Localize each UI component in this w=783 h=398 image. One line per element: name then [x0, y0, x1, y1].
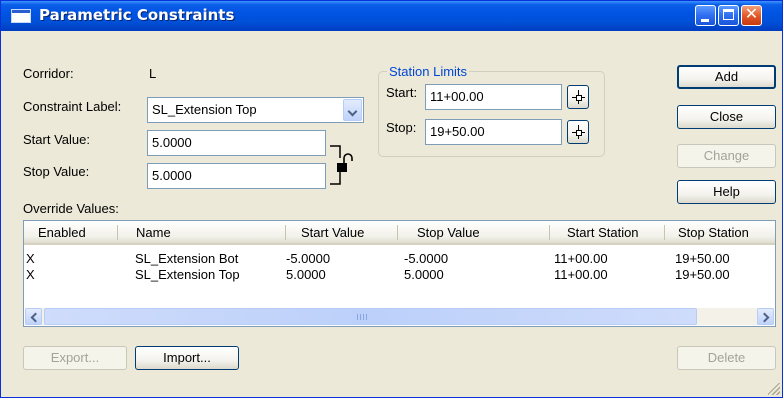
maximize-icon — [723, 9, 734, 20]
crosshair-dot — [576, 130, 582, 136]
row-stop-value: 5.0000 — [404, 267, 444, 282]
row-stop-station: 19+50.00 — [675, 267, 730, 282]
minimize-icon — [701, 19, 709, 22]
parametric-constraints-dialog: Parametric Constraints ✕ Corridor: L Con… — [0, 0, 783, 398]
station-stop-input[interactable]: 19+50.00 — [425, 119, 562, 145]
table-header: Enabled Name Start Value Stop Value Star… — [24, 221, 775, 245]
scrollbar-thumb[interactable] — [44, 308, 697, 325]
start-value-text: 5.0000 — [152, 135, 192, 150]
crosshair-dot — [576, 95, 582, 101]
help-button[interactable]: Help — [677, 180, 776, 204]
export-button[interactable]: Export... — [23, 346, 127, 370]
delete-button[interactable]: Delete — [677, 346, 776, 370]
change-button[interactable]: Change — [677, 144, 776, 168]
import-button[interactable]: Import... — [135, 346, 239, 370]
start-value-input[interactable]: 5.0000 — [147, 130, 326, 156]
corridor-label: Corridor: — [23, 66, 74, 81]
corridor-value: L — [149, 66, 157, 81]
column-divider[interactable] — [285, 225, 286, 240]
row-name: SL_Extension Bot — [135, 251, 239, 266]
column-header-start-value[interactable]: Start Value — [301, 225, 364, 240]
pick-stop-station-button[interactable] — [567, 120, 589, 144]
override-values-table[interactable]: Enabled Name Start Value Stop Value Star… — [23, 220, 776, 327]
row-enabled: X — [26, 267, 35, 282]
close-button[interactable]: Close — [677, 105, 776, 129]
row-start-value: -5.0000 — [286, 251, 331, 266]
stop-value-text: 5.0000 — [152, 168, 192, 183]
station-start-text: 11+00.00 — [430, 89, 484, 104]
station-limits-title: Station Limits — [387, 64, 470, 79]
override-values-label: Override Values: — [23, 201, 119, 216]
close-icon: ✕ — [744, 6, 759, 23]
column-divider[interactable] — [117, 225, 118, 240]
row-name: SL_Extension Top — [135, 267, 240, 282]
chevron-down-icon[interactable] — [343, 99, 362, 121]
stop-value-input[interactable]: 5.0000 — [147, 163, 326, 189]
column-header-name[interactable]: Name — [136, 225, 171, 240]
resize-grip[interactable] — [768, 383, 780, 395]
row-stop-value: -5.0000 — [404, 251, 449, 266]
column-divider[interactable] — [549, 225, 550, 240]
station-stop-text: 19+50.00 — [430, 124, 485, 139]
row-start-station: 11+00.00 — [554, 251, 608, 266]
scroll-left-icon[interactable] — [25, 308, 42, 325]
constraint-label-selected: SL_Extension Top — [152, 102, 257, 117]
column-divider[interactable] — [664, 225, 665, 240]
horizontal-scrollbar[interactable] — [25, 308, 774, 325]
window-icon — [11, 9, 31, 23]
window-title: Parametric Constraints — [39, 6, 235, 24]
maximize-button[interactable] — [718, 5, 739, 26]
start-value-label: Start Value: — [23, 132, 90, 147]
column-divider[interactable] — [397, 225, 398, 240]
lock-values-icon[interactable] — [330, 144, 354, 186]
station-start-input[interactable]: 11+00.00 — [425, 84, 562, 110]
title-bar[interactable]: Parametric Constraints ✕ — [1, 1, 782, 31]
row-enabled: X — [26, 251, 35, 266]
scrollbar-grip — [357, 314, 369, 320]
stop-value-label: Stop Value: — [23, 164, 90, 179]
pick-start-station-button[interactable] — [567, 85, 589, 109]
add-button[interactable]: Add — [677, 65, 776, 89]
column-header-stop-station[interactable]: Stop Station — [678, 225, 749, 240]
column-header-enabled[interactable]: Enabled — [38, 225, 86, 240]
row-stop-station: 19+50.00 — [675, 251, 730, 266]
constraint-label-combobox[interactable]: SL_Extension Top — [147, 97, 364, 123]
minimize-button[interactable] — [695, 5, 716, 26]
row-start-value: 5.0000 — [286, 267, 326, 282]
column-header-stop-value[interactable]: Stop Value — [417, 225, 480, 240]
scroll-right-icon[interactable] — [757, 308, 774, 325]
row-start-station: 11+00.00 — [554, 267, 608, 282]
constraint-label-label: Constraint Label: — [23, 99, 122, 114]
close-window-button[interactable]: ✕ — [741, 5, 762, 26]
station-stop-label: Stop: — [386, 120, 417, 135]
station-start-label: Start: — [386, 85, 418, 100]
column-header-start-station[interactable]: Start Station — [567, 225, 639, 240]
